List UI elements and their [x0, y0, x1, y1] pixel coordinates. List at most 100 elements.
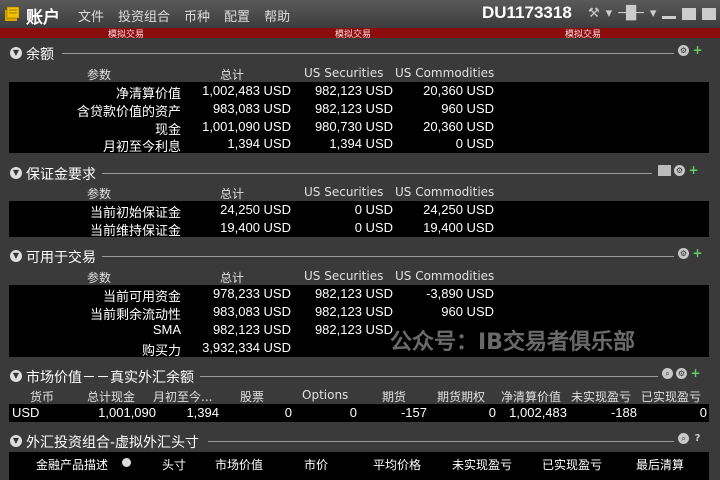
cell-us-commodities: 19,400 USD [423, 220, 494, 235]
col-last-liquidation[interactable]: 最后清算 [636, 456, 684, 473]
maximize-button[interactable] [682, 8, 697, 20]
col-market-value[interactable]: 市场价值 [215, 456, 263, 473]
balances-section-header[interactable]: ▼ 余额 ⚙ + [0, 44, 720, 63]
menu-currency[interactable]: 币种 [184, 6, 210, 25]
col-param: 参数 [87, 271, 112, 285]
divider [102, 173, 652, 174]
cell-total: 983,083 USD [212, 304, 291, 319]
cell-us-securities: 0 USD [354, 220, 393, 235]
col-us-commodities: US Commodities [395, 66, 495, 80]
col-avg-price[interactable]: 平均价格 [373, 456, 421, 473]
col-total: 总计 [220, 271, 245, 285]
collapse-toggle-icon[interactable]: ▼ [10, 167, 22, 179]
settings-icon[interactable]: ⚙ [678, 45, 689, 56]
col-realized-pnl: 已实现盈亏 [641, 390, 702, 404]
collapse-toggle-icon[interactable]: ▼ [10, 370, 22, 382]
chevron-down-icon[interactable]: ▾ [650, 6, 657, 22]
menu-help[interactable]: 帮助 [264, 6, 290, 25]
cell-us-securities: 0 USD [354, 202, 393, 217]
help-icon[interactable]: ? [692, 433, 703, 444]
col-market-price[interactable]: 市价 [304, 456, 328, 473]
settings-icon[interactable]: ⚙ [674, 165, 685, 176]
row-label: 当前初始保证金 [89, 206, 181, 221]
margin-section-header[interactable]: ▼ 保证金要求 ⚙ + [0, 164, 720, 183]
section-title: 余额 [26, 47, 54, 63]
simulated-label: 模拟交易 [108, 30, 145, 40]
col-param: 参数 [87, 68, 112, 82]
col-unrealized-pnl[interactable]: 未实现盈亏 [452, 456, 512, 473]
add-icon[interactable]: + [688, 164, 699, 176]
link-icon[interactable]: ─█─ [618, 6, 644, 22]
collapse-toggle-icon[interactable]: ▼ [10, 47, 22, 59]
settings-icon[interactable]: ⚙ [678, 248, 689, 259]
col-us-securities: US Securities [304, 66, 384, 80]
cell-options: 0 [349, 405, 357, 420]
row-label: 当前剩余流动性 [89, 308, 181, 323]
divider [200, 376, 658, 377]
close-button[interactable] [702, 8, 717, 20]
section-title: 保证金要求 [26, 167, 96, 183]
menu-config[interactable]: 配置 [224, 6, 250, 25]
cell-net-liquidation: 1,002,483 [509, 405, 567, 420]
cell-total: 978,233 USD [212, 286, 291, 301]
balances-table: 净清算价值 1,002,483 USD 982,123 USD 20,360 U… [9, 82, 709, 155]
row-label: SMA [152, 322, 181, 337]
col-realized-pnl[interactable]: 已实现盈亏 [542, 456, 602, 473]
cell-total: 1,394 USD [227, 136, 291, 151]
col-total: 总计 [220, 187, 245, 201]
menu-portfolio[interactable]: 投资组合 [118, 6, 170, 25]
add-icon[interactable]: + [692, 44, 703, 56]
sort-icon[interactable] [122, 458, 131, 467]
search-icon[interactable]: ⌕ [678, 433, 689, 444]
search-icon[interactable]: ⌕ [662, 368, 673, 379]
title-bar: 账户 文件 投资组合 币种 配置 帮助 DU1173318 ⚒ ▾ ─█─ ▾ [0, 0, 720, 29]
cell-total: 1,001,090 USD [202, 119, 291, 134]
col-param: 参数 [87, 187, 112, 201]
trading-section-header[interactable]: ▼ 可用于交易 ⚙ + [0, 247, 720, 266]
cell-unrealized-pnl: -188 [610, 405, 637, 420]
chart-icon[interactable] [658, 165, 671, 176]
collapse-toggle-icon[interactable]: ▼ [10, 435, 22, 447]
cell-total: 3,932,334 USD [202, 340, 291, 355]
cell-us-securities: 982,123 USD [314, 101, 393, 116]
section-title: 外汇投资组合-虚拟外汇头寸 [26, 435, 200, 451]
row-label: 当前维持保证金 [89, 224, 181, 239]
chevron-down-icon[interactable]: ▾ [606, 6, 613, 22]
col-options: Options [302, 388, 349, 402]
col-us-securities: US Securities [304, 185, 384, 199]
fx-portfolio-section-header[interactable]: ▼ 外汇投资组合-虚拟外汇头寸 ⌕ ? [0, 432, 720, 451]
cell-us-commodities: 20,360 USD [423, 119, 494, 134]
add-icon[interactable]: + [692, 247, 703, 259]
cell-mtd: 1,394 [186, 405, 219, 420]
col-currency: 货币 [30, 390, 55, 404]
simulated-label: 模拟交易 [565, 30, 602, 40]
row-label: 当前可用资金 [102, 290, 181, 305]
cell-realized-pnl: 0 [699, 405, 707, 420]
cell-stocks: 0 [284, 405, 292, 420]
col-position[interactable]: 头寸 [162, 456, 186, 473]
cell-total-cash: 1,001,090 [98, 405, 156, 420]
cell-us-commodities: 24,250 USD [423, 202, 494, 217]
divider [102, 256, 674, 257]
col-us-commodities: US Commodities [395, 185, 495, 199]
col-net-liquidation: 净清算价值 [501, 390, 562, 404]
cell-us-securities: 982,123 USD [314, 304, 393, 319]
margin-table: 当前初始保证金 24,250 USD 0 USD 24,250 USD 当前维持… [9, 201, 709, 239]
col-instrument[interactable]: 金融产品描述 [36, 456, 108, 473]
collapse-toggle-icon[interactable]: ▼ [10, 250, 22, 262]
simulated-label: 模拟交易 [335, 30, 372, 40]
row-label: 含贷款价值的资产 [76, 105, 181, 120]
col-us-commodities: US Commodities [395, 269, 495, 283]
section-title: 可用于交易 [26, 250, 96, 266]
market-value-section-header[interactable]: ▼ 市场价值－－真实外汇余额 ⌕ ⚙ + [0, 367, 720, 386]
account-app-icon [5, 6, 20, 21]
cell-total: 982,123 USD [212, 322, 291, 337]
cell-currency: USD [12, 405, 40, 420]
add-icon[interactable]: + [690, 367, 701, 379]
wrench-icon[interactable]: ⚒ [588, 6, 600, 22]
minimize-button[interactable] [662, 10, 677, 19]
account-id: DU1173318 [482, 3, 572, 22]
settings-icon[interactable]: ⚙ [676, 368, 687, 379]
cell-futures-options: 0 [488, 405, 496, 420]
menu-file[interactable]: 文件 [78, 6, 104, 25]
